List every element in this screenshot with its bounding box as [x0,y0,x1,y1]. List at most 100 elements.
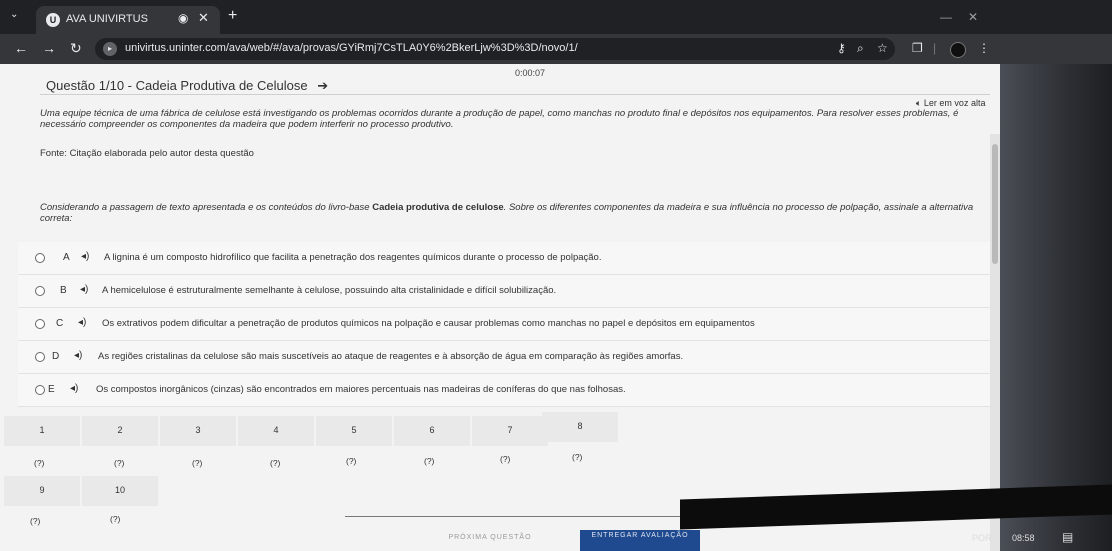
option-b[interactable]: B ◂) A hemicelulose é estruturalmente se… [18,275,990,308]
option-c[interactable]: C ◂) Os extrativos podem dificultar a pe… [18,308,990,341]
speaker-icon[interactable]: ◂) [80,284,88,295]
option-letter: B [60,285,67,296]
question-status: (?) [500,454,511,464]
tab-title: AVA UNIVIRTUS [66,13,148,25]
profile-icon[interactable] [950,42,966,58]
question-nav-4[interactable]: 4 [238,416,314,446]
question-title: Questão 1/10 - Cadeia Produtiva de Celul… [46,78,308,93]
option-letter: A [63,252,70,263]
question-status: (?) [270,458,281,468]
question-number: 4 [273,425,279,435]
question-status: (?) [110,514,121,524]
clock[interactable]: 08:58 [1012,533,1035,543]
notifications-icon[interactable]: ▤ [1062,530,1073,544]
zoom-icon[interactable]: ⌕ [857,41,864,56]
extension-icon[interactable]: ❐ [912,41,923,55]
back-icon[interactable]: ← [14,40,28,56]
close-icon[interactable]: ✕ [198,10,209,26]
option-text: A hemicelulose é estruturalmente semelha… [102,285,557,296]
favicon-icon: U [46,13,60,27]
radio-button[interactable] [35,319,45,329]
question-status: (?) [192,458,203,468]
option-e[interactable]: E ◂) Os compostos inorgânicos (cinzas) s… [18,374,990,407]
speaker-icon[interactable]: ◂) [81,251,89,262]
question-nav-5[interactable]: 5 [316,416,392,446]
menu-icon[interactable]: ⋮ [978,41,990,55]
question-nav-7[interactable]: 7 [472,416,548,446]
option-letter: E [48,384,55,395]
speaker-icon[interactable]: ◂) [70,383,78,394]
minimize-icon[interactable]: — [940,10,952,24]
option-text: A lignina é um composto hidrofílico que … [104,252,602,263]
site-info-icon[interactable]: ▸ [103,42,117,56]
source-text: Fonte: Citação elaborada pelo autor dest… [40,148,254,159]
language-indicator[interactable]: POR [972,533,992,543]
address-bar[interactable]: ▸ univirtus.uninter.com/ava/web/#/ava/pr… [95,38,895,60]
question-number: 6 [429,425,435,435]
option-a[interactable]: A ◂) A lignina é um composto hidrofílico… [18,242,990,275]
browser-toolbar: ← → ↻ ▸ univirtus.uninter.com/ava/web/#/… [0,34,1112,64]
question-status: (?) [34,458,45,468]
browser-tab[interactable]: U AVA UNIVIRTUS ◉ ✕ [36,6,220,34]
reload-icon[interactable]: ↻ [70,40,82,57]
question-nav-1[interactable]: 1 [4,416,80,446]
option-letter: D [52,351,60,362]
speaker-icon[interactable]: ◂) [74,350,82,361]
question-number: 5 [351,425,357,435]
option-text: As regiões cristalinas da celulose são m… [98,351,684,362]
toolbar-separator: | [933,41,937,55]
screenshot: ⌄ U AVA UNIVIRTUS ◉ ✕ + — ✕ ← → ↻ ▸ univ… [0,0,1112,551]
radio-button[interactable] [35,385,45,395]
option-d[interactable]: D ◂) As regiões cristalinas da celulose … [18,341,990,374]
question-nav-6[interactable]: 6 [394,416,470,446]
new-tab-button[interactable]: + [228,7,237,25]
question-nav-9[interactable]: 9 [4,476,80,506]
forward-icon[interactable]: → [42,40,56,56]
radio-button[interactable] [35,352,45,362]
question-nav-8[interactable]: 8 [542,412,618,442]
question-number: 7 [507,425,513,435]
next-question-button[interactable]: PRÓXIMA QUESTÃO [430,534,550,551]
question-status: (?) [424,456,435,466]
question-title-row: Questão 1/10 - Cadeia Produtiva de Celul… [46,78,328,94]
screen-edge [1000,64,1112,551]
question-text: Uma equipe técnica de uma fábrica de cel… [40,108,959,130]
question-status: (?) [114,458,125,468]
question-prompt: Considerando a passagem de texto apresen… [40,202,980,224]
question-nav-3[interactable]: 3 [160,416,236,446]
question-nav-10[interactable]: 10 [82,476,158,506]
question-number: 9 [39,485,45,495]
option-letter: C [56,318,64,329]
option-text: Os extrativos podem dificultar a penetra… [102,318,755,329]
question-number: 8 [577,421,583,431]
question-status: (?) [346,456,357,466]
close-window-icon[interactable]: ✕ [968,10,978,24]
divider [40,94,990,95]
question-number: 3 [195,425,201,435]
timer: 0:00:07 [515,68,546,78]
radio-button[interactable] [35,286,45,296]
prompt-prefix: Considerando a passagem de texto apresen… [40,202,373,213]
question-number: 10 [114,485,125,495]
browser-tab-strip: ⌄ U AVA UNIVIRTUS ◉ ✕ + — ✕ [0,0,1112,34]
option-text: Os compostos inorgânicos (cinzas) são en… [96,384,626,395]
prompt-book: Cadeia produtiva de celulose [372,202,504,213]
star-icon[interactable]: ☆ [877,41,888,55]
tab-menu-icon[interactable]: ⌄ [10,9,18,20]
submit-exam-button[interactable]: ENTREGAR AVALIAÇÃO [580,530,700,551]
radio-button[interactable] [35,253,45,263]
question-number: 1 [39,425,45,435]
record-icon[interactable]: ◉ [178,11,188,25]
speaker-icon: 🔈︎ [916,98,922,108]
scrollbar-thumb[interactable] [992,144,998,264]
question-status: (?) [30,516,41,526]
question-number: 2 [117,425,123,435]
exam-page: 0:00:07 Questão 1/10 - Cadeia Produtiva … [0,64,1000,551]
read-aloud-label: Ler em voz alta [923,98,986,108]
url-text: univirtus.uninter.com/ava/web/#/ava/prov… [125,42,578,54]
question-status: (?) [572,452,583,462]
speaker-icon[interactable]: ◂) [78,317,86,328]
key-icon[interactable]: ⚷ [837,41,846,55]
arrow-right-icon[interactable]: ➔ [317,78,328,93]
question-nav-2[interactable]: 2 [82,416,158,446]
